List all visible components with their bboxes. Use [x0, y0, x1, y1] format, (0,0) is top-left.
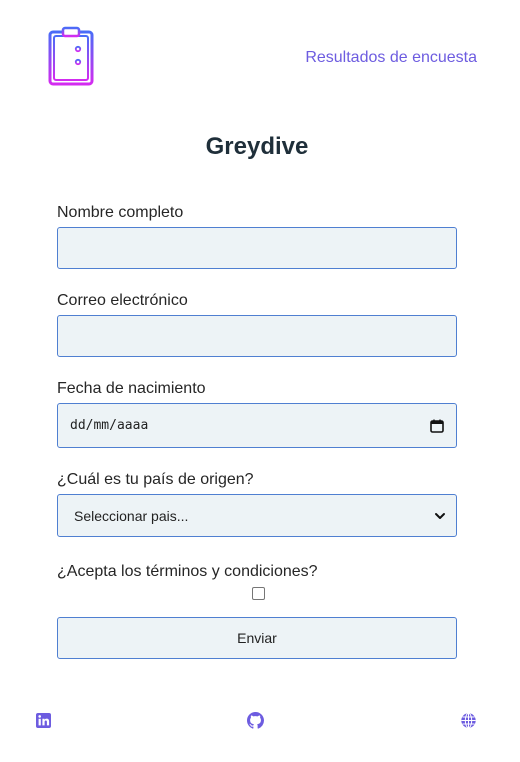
- terms-label: ¿Acepta los términos y condiciones?: [57, 563, 318, 580]
- name-field[interactable]: [57, 227, 457, 269]
- submit-button[interactable]: Enviar: [57, 617, 457, 659]
- birthdate-placeholder: dd/mm/aaaa: [70, 418, 149, 433]
- email-field[interactable]: [57, 315, 457, 357]
- country-select[interactable]: Seleccionar pais...: [57, 494, 457, 537]
- linkedin-icon[interactable]: [35, 712, 52, 729]
- birthdate-label: Fecha de nacimiento: [57, 380, 206, 397]
- clipboard-list-icon[interactable]: [47, 25, 99, 87]
- country-label: ¿Cuál es tu país de origen?: [57, 471, 254, 488]
- terms-checkbox[interactable]: [251, 587, 265, 600]
- calendar-icon[interactable]: [430, 419, 444, 433]
- page-title: Greydive: [205, 133, 309, 160]
- terms-checkbox-wrap: [57, 587, 457, 601]
- email-label: Correo electrónico: [57, 292, 188, 309]
- survey-form: Nombre completo Correo electrónico Fecha…: [57, 204, 457, 659]
- chevron-down-icon: [434, 510, 446, 522]
- survey-page: Resultados de encuesta Greydive Nombre c…: [0, 0, 520, 762]
- name-label: Nombre completo: [57, 204, 184, 221]
- survey-results-link[interactable]: Resultados de encuesta: [305, 49, 477, 67]
- country-selected-value: Seleccionar pais...: [74, 507, 189, 524]
- birthdate-field[interactable]: dd/mm/aaaa: [57, 403, 457, 448]
- github-icon[interactable]: [247, 712, 264, 729]
- globe-icon[interactable]: [460, 712, 477, 729]
